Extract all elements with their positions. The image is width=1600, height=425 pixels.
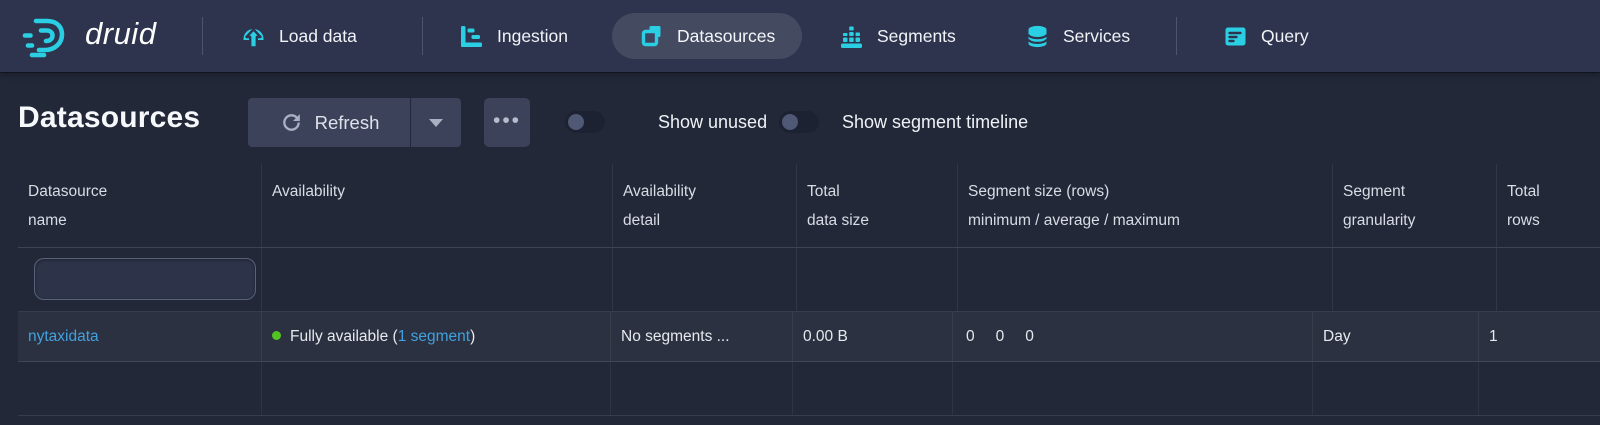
nav-item-query[interactable]: Query [1222,0,1309,72]
segment-size-max: 0 [1025,312,1034,361]
column-header-total-data-size[interactable]: Total data size [797,164,958,247]
datasources-table: Datasource name Availability Availabilit… [0,164,1600,416]
nav-divider [1176,17,1177,55]
column-header-total-rows[interactable]: Total rows [1497,164,1600,247]
show-segment-timeline-label: Show segment timeline [842,112,1028,133]
query-editor-icon [1222,23,1249,50]
segment-count-link[interactable]: 1 segment [398,328,470,345]
segment-granularity-cell: Day [1313,312,1479,361]
nav-item-label: Segments [877,26,956,47]
nav-item-label: Services [1063,26,1130,47]
filter-cell [958,248,1333,311]
show-unused-control: Show unused [565,111,767,133]
druid-console-datasources-view: druid Load data Ingestio [0,0,1600,425]
stacked-bar-chart-icon [838,23,865,50]
filter-cell [1497,248,1600,311]
show-unused-toggle[interactable] [565,111,605,133]
datasource-name-link[interactable]: nytaxidata [18,312,262,361]
availability-text-suffix: ) [470,328,475,345]
availability-cell: Fully available (1 segment) [262,312,611,361]
page-title: Datasources [18,101,200,135]
druid-logo-icon [22,14,74,58]
stacked-layers-icon [639,23,665,49]
gantt-chart-icon [458,23,485,50]
nav-item-label: Query [1261,26,1309,47]
filter-cell [262,248,613,311]
filter-cell [797,248,958,311]
caret-down-icon [429,119,443,127]
total-rows-cell: 1 [1479,312,1600,361]
toggle-knob [568,114,584,130]
nav-divider [422,17,423,55]
total-data-size-cell: 0.00 B [793,312,953,361]
nav-item-label: Load data [279,26,357,47]
refresh-button-label: Refresh [315,112,380,134]
druid-wordmark: druid [85,16,156,52]
filter-cell-datasource-name [18,248,262,311]
show-unused-label: Show unused [658,112,767,133]
refresh-button[interactable]: Refresh [248,98,410,147]
refresh-dropdown-button[interactable] [411,98,461,147]
nav-item-datasources-active[interactable]: Datasources [612,13,802,59]
availability-text: Fully available ( [290,328,398,345]
nav-item-services[interactable]: Services [1024,0,1130,72]
refresh-icon [279,110,304,135]
nav-item-label: Ingestion [497,26,568,47]
segment-size-min: 0 [966,312,975,361]
column-header-availability[interactable]: Availability [262,164,613,247]
filter-cell [613,248,797,311]
top-navbar: druid Load data Ingestio [0,0,1600,72]
show-segment-timeline-toggle[interactable] [779,111,819,133]
datasource-name-filter-input[interactable] [34,258,256,300]
filter-cell [1333,248,1497,311]
datasource-row-nytaxidata: nytaxidata Fully available (1 segment) N… [18,312,1600,362]
table-filter-row [18,248,1600,312]
more-actions-button[interactable]: ••• [484,98,530,147]
toggle-knob [782,114,798,130]
database-icon [1024,23,1051,50]
column-header-datasource-name[interactable]: Datasource name [18,164,262,247]
druid-logo[interactable]: druid [22,0,156,72]
column-header-segment-granularity[interactable]: Segment granularity [1333,164,1497,247]
nav-item-ingestion[interactable]: Ingestion [458,0,568,72]
show-segment-timeline-control: Show segment timeline [779,111,1028,133]
table-header-row: Datasource name Availability Availabilit… [18,164,1600,248]
upload-arrow-icon [240,23,267,50]
nav-divider [202,17,203,55]
empty-table-row [18,362,1600,416]
available-dot-icon [272,331,281,340]
segment-size-avg: 0 [996,312,1005,361]
nav-item-segments[interactable]: Segments [838,0,956,72]
more-dots-icon: ••• [493,98,521,144]
column-header-availability-detail[interactable]: Availability detail [613,164,797,247]
nav-item-load-data[interactable]: Load data [240,0,357,72]
availability-detail-cell: No segments ... [611,312,793,361]
column-header-segment-size[interactable]: Segment size (rows) minimum / average / … [958,164,1333,247]
nav-item-label: Datasources [677,26,775,47]
segment-size-cell: 000 [953,312,1313,361]
